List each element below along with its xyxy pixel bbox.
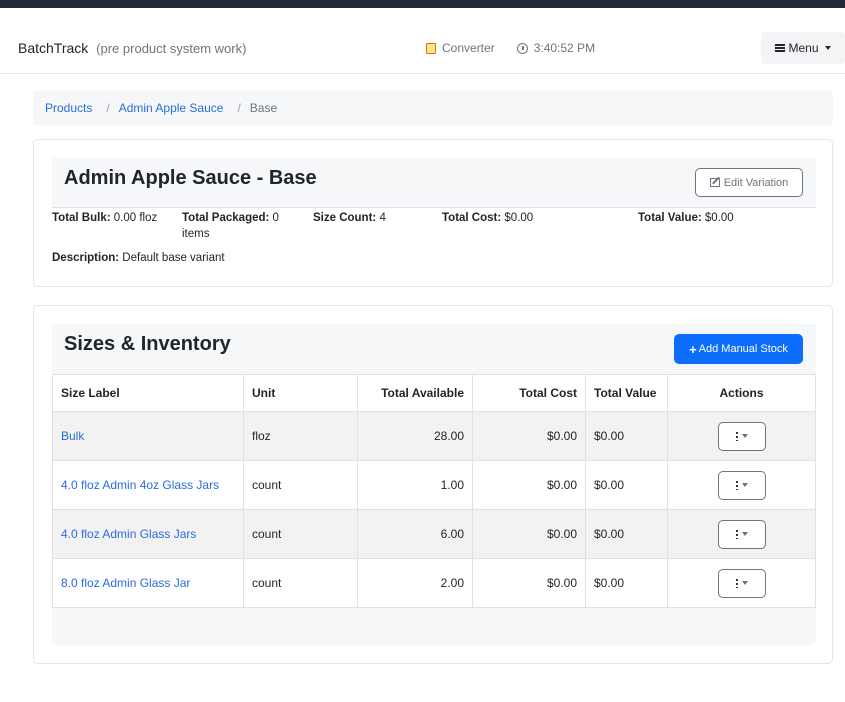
breadcrumb-separator: / — [106, 101, 110, 115]
value-cell: $0.00 — [585, 509, 668, 559]
stat-total-bulk: Total Bulk: 0.00 floz — [52, 210, 172, 226]
column-header: Total Value — [585, 374, 668, 412]
stat-value: 0.00 floz — [113, 212, 158, 224]
edit-variation-label: Edit Variation — [723, 176, 789, 189]
nav-center: Converter 3:40:52 PM — [426, 41, 595, 55]
available-cell: 2.00 — [357, 558, 473, 608]
description: Description: Default base variant — [52, 252, 225, 264]
add-manual-stock-button[interactable]: + Add Manual Stock — [674, 334, 803, 364]
cost-cell: $0.00 — [472, 509, 586, 559]
hamburger-icon — [775, 44, 786, 52]
stat-label: Size Count: — [313, 212, 377, 224]
chevron-down-icon — [741, 532, 748, 536]
description-label: Description: — [52, 252, 120, 264]
inventory-card-header: Sizes & Inventory + Add Manual Stock — [52, 324, 816, 374]
size-label-link[interactable]: 4.0 floz Admin 4oz Glass Jars — [61, 478, 219, 492]
brand[interactable]: BatchTrack (pre product system work) — [18, 40, 246, 56]
kebab-icon — [735, 529, 738, 539]
unit-cell: count — [243, 509, 358, 559]
variation-card-header: Admin Apple Sauce - Base Edit Variation — [52, 158, 816, 208]
row-actions-button[interactable] — [717, 421, 766, 451]
size-label-link[interactable]: 8.0 floz Admin Glass Jar — [61, 576, 190, 590]
stat-size-count: Size Count: 4 — [313, 210, 433, 226]
stat-label: Total Bulk: — [52, 212, 111, 224]
converter-icon[interactable] — [426, 42, 436, 54]
description-text: Default base variant — [122, 252, 225, 264]
stat-value: 4 — [379, 212, 386, 224]
column-header: Total Available — [357, 374, 473, 412]
column-header: Actions — [667, 374, 816, 412]
cost-cell: $0.00 — [472, 411, 586, 461]
menu-button[interactable]: Menu — [761, 32, 845, 64]
edit-variation-button[interactable]: Edit Variation — [695, 168, 803, 197]
stat-label: Total Cost: — [442, 212, 502, 224]
row-actions-button[interactable] — [717, 470, 766, 500]
clock-icon — [516, 42, 528, 54]
edit-icon — [709, 178, 720, 187]
breadcrumb-separator: / — [237, 101, 241, 115]
variation-card: Admin Apple Sauce - Base Edit Variation … — [33, 139, 833, 287]
stat-total-packaged: Total Packaged: 0 items — [182, 210, 302, 242]
clock-time: 3:40:52 PM — [533, 41, 596, 55]
unit-cell: count — [243, 460, 358, 510]
table-row: 4.0 floz Admin Glass Jars count 6.00 $0.… — [52, 509, 816, 559]
value-cell: $0.00 — [585, 411, 668, 461]
stat-total-value: Total Value: $0.00 — [638, 210, 798, 226]
breadcrumb-current: Base — [249, 101, 278, 115]
available-cell: 1.00 — [357, 460, 473, 510]
converter-link[interactable]: Converter — [442, 41, 495, 55]
menu-label: Menu — [788, 41, 819, 55]
available-cell: 28.00 — [357, 411, 473, 461]
chevron-down-icon — [741, 434, 748, 438]
kebab-icon — [735, 431, 738, 441]
brand-name[interactable]: BatchTrack — [18, 40, 88, 56]
chevron-down-icon — [824, 46, 831, 50]
size-label-link[interactable]: 4.0 floz Admin Glass Jars — [61, 527, 196, 541]
value-cell: $0.00 — [585, 558, 668, 608]
cost-cell: $0.00 — [472, 460, 586, 510]
row-actions-button[interactable] — [717, 568, 766, 598]
table-row: 4.0 floz Admin 4oz Glass Jars count 1.00… — [52, 460, 816, 510]
cost-cell: $0.00 — [472, 558, 586, 608]
value-cell: $0.00 — [585, 460, 668, 510]
row-actions-button[interactable] — [717, 519, 766, 549]
plus-icon: + — [689, 341, 697, 357]
table-row: 8.0 floz Admin Glass Jar count 2.00 $0.0… — [52, 558, 816, 608]
table-row: Bulk floz 28.00 $0.00 $0.00 — [52, 411, 816, 461]
stat-label: Total Value: — [638, 212, 702, 224]
stat-label: Total Packaged: — [182, 212, 270, 224]
breadcrumb-product[interactable]: Admin Apple Sauce — [119, 101, 224, 115]
chevron-down-icon — [741, 483, 748, 487]
kebab-icon — [735, 578, 738, 588]
breadcrumb-products[interactable]: Products — [45, 101, 92, 115]
column-header: Total Cost — [472, 374, 586, 412]
brand-subtitle: (pre product system work) — [96, 41, 247, 56]
available-cell: 6.00 — [357, 509, 473, 559]
inventory-table: Size Label Unit Total Available Total Co… — [52, 374, 816, 608]
size-label-link[interactable]: Bulk — [61, 429, 84, 443]
section-title: Sizes & Inventory — [64, 333, 231, 355]
unit-cell: count — [243, 558, 358, 608]
page-title: Admin Apple Sauce - Base — [64, 167, 317, 189]
inventory-card: Sizes & Inventory + Add Manual Stock Siz… — [33, 305, 833, 664]
breadcrumb: Products / Admin Apple Sauce / Base — [33, 90, 833, 126]
unit-cell: floz — [243, 411, 358, 461]
stat-value: $0.00 — [504, 212, 534, 224]
add-manual-stock-label: Add Manual Stock — [698, 343, 788, 355]
inventory-card-footer — [52, 607, 816, 645]
column-header: Unit — [243, 374, 358, 412]
chevron-down-icon — [741, 581, 748, 585]
table-header-row: Size Label Unit Total Available Total Co… — [52, 374, 816, 412]
top-strip — [0, 0, 845, 8]
column-header: Size Label — [52, 374, 244, 412]
kebab-icon — [735, 480, 738, 490]
navbar: BatchTrack (pre product system work) Con… — [0, 22, 845, 74]
stat-value: $0.00 — [704, 212, 734, 224]
stat-total-cost: Total Cost: $0.00 — [442, 210, 602, 226]
